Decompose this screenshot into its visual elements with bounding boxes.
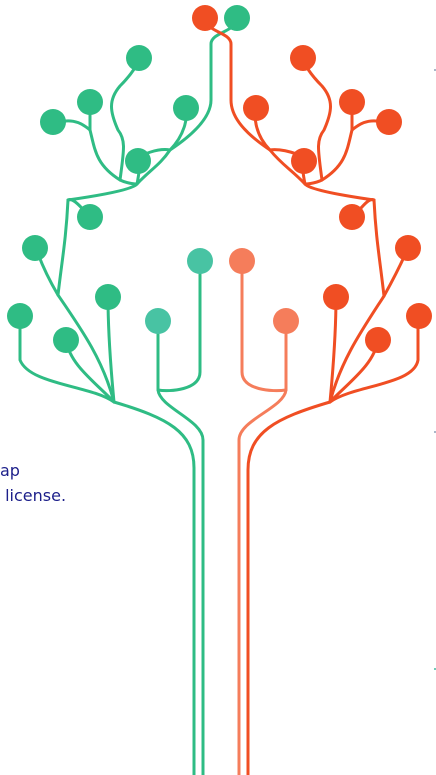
red-leaf-dot [192, 5, 218, 31]
red-leaf-dot [339, 204, 365, 230]
red-leaf-dot [243, 95, 269, 121]
green-leaf-dot [7, 303, 33, 329]
red-leaf-dot [323, 284, 349, 310]
teal-leaf-dot [187, 248, 213, 274]
red-leaf-dot [395, 235, 421, 261]
teal-leaf-dots [145, 248, 213, 334]
green-leaf-dot [125, 148, 151, 174]
cropped-caption-line-1: ap [0, 461, 20, 480]
cropped-caption-text: ap license. [0, 458, 66, 508]
red-leaf-dot [365, 327, 391, 353]
green-leaf-dot [126, 45, 152, 71]
coral-leaf-dots [229, 248, 299, 334]
red-leaf-dot [339, 89, 365, 115]
red-leaf-dot [406, 303, 432, 329]
green-leaf-dot [22, 235, 48, 261]
green-leaf-dot [53, 327, 79, 353]
coral-branches [237, 260, 288, 775]
green-leaf-dot [77, 204, 103, 230]
coral-leaf-dot [229, 248, 255, 274]
green-leaf-dot [77, 89, 103, 115]
red-leaf-dot [376, 109, 402, 135]
red-leaf-dot [290, 45, 316, 71]
green-leaf-dots [7, 5, 250, 353]
branching-tree-illustration [7, 5, 432, 775]
cropped-caption-line-2: license. [0, 486, 67, 505]
coral-leaf-dot [273, 308, 299, 334]
red-leaf-dot [291, 148, 317, 174]
green-leaf-dot [224, 5, 250, 31]
green-leaf-dot [95, 284, 121, 310]
teal-leaf-dot [145, 308, 171, 334]
green-leaf-dot [40, 109, 66, 135]
green-leaf-dot [173, 95, 199, 121]
red-leaf-dots [192, 5, 432, 353]
